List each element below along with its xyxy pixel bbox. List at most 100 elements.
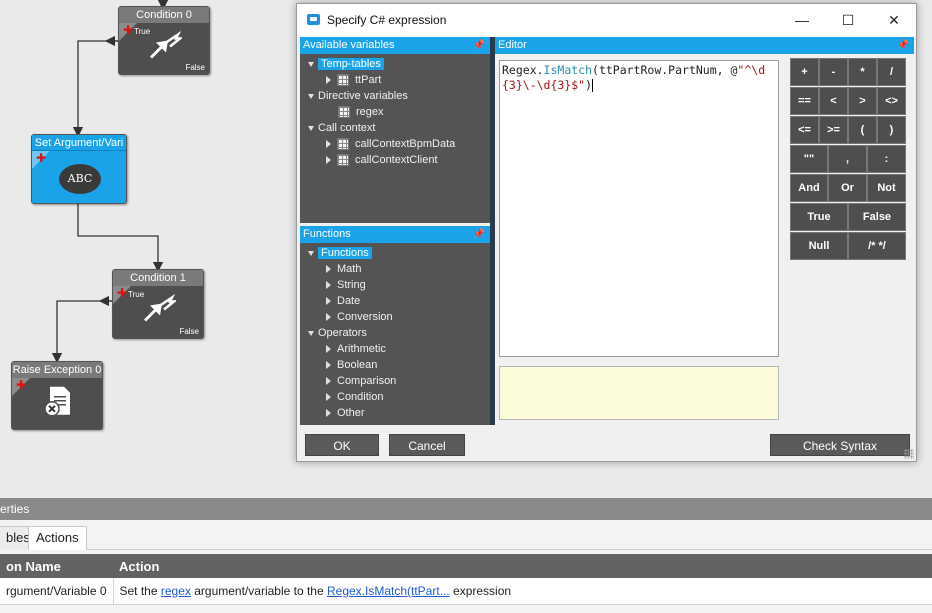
expand-icon[interactable] [308,61,314,67]
app-icon [307,14,320,25]
or-key[interactable]: Or [828,174,867,202]
true-key[interactable]: True [790,203,848,231]
regex-link[interactable]: regex [161,584,191,598]
close-paren-key[interactable]: ) [877,116,906,144]
tree-item-call-context-client[interactable]: callContextClient [326,153,438,168]
table-row[interactable]: rgument/Variable 0 Set the regex argumen… [0,578,932,605]
expand-icon[interactable] [308,250,314,256]
colon-key[interactable]: : [867,145,906,173]
tree-item-regex[interactable]: regex [338,105,384,120]
less-equal-key[interactable]: <= [790,116,819,144]
properties-panel: erties bles Actions on Name Action rgume… [0,498,932,613]
tree-item-functions[interactable]: Functions [308,246,372,261]
tree-item-ttpart[interactable]: ttPart [326,73,381,88]
table-icon [337,154,349,167]
expression-link[interactable]: Regex.IsMatch(ttPart... [327,584,450,598]
expression-editor[interactable]: Regex.IsMatch(ttPartRow.PartNum, @"^\d{3… [499,60,779,357]
and-key[interactable]: And [790,174,828,202]
ok-button[interactable]: OK [305,434,379,456]
column-header-name[interactable]: on Name [0,554,113,578]
connector-line [77,204,164,273]
text-caret [592,79,594,92]
check-syntax-button[interactable]: Check Syntax [770,434,910,456]
tree-item-directive-variables[interactable]: Directive variables [308,89,408,104]
tree-item-other[interactable]: Other [326,406,365,421]
node-title: Condition 1 [113,270,203,286]
false-label: False [179,327,199,336]
tree-item-temp-tables[interactable]: Temp-tables [308,57,384,72]
tree-item-boolean[interactable]: Boolean [326,358,377,373]
set-argument-node[interactable]: Set Argument/Vari ✚ ABC [31,134,127,204]
maximize-button[interactable]: ☐ [825,4,871,37]
action-cell: Set the regex argument/variable to the R… [113,578,932,605]
functions-header: Functions 📌 [300,226,490,243]
tree-item-date[interactable]: Date [326,294,360,309]
node-title: Condition 0 [119,7,209,23]
minus-key[interactable]: - [819,58,848,86]
dialog-titlebar[interactable]: Specify C# expression — ☐ ✕ [297,4,916,37]
expand-icon[interactable] [308,125,314,131]
greater-than-key[interactable]: > [848,87,877,115]
multiply-key[interactable]: * [848,58,877,86]
not-equal-key[interactable]: <> [877,87,906,115]
tree-item-condition[interactable]: Condition [326,390,383,405]
plus-key[interactable]: + [790,58,819,86]
pin-icon[interactable]: 📌 [473,226,485,243]
divide-key[interactable]: / [877,58,906,86]
syntax-message-box [499,366,779,420]
tree-item-conversion[interactable]: Conversion [326,310,393,325]
dialog-title: Specify C# expression [327,13,447,27]
tree-item-math[interactable]: Math [326,262,361,277]
expand-icon[interactable] [308,330,314,336]
table-icon [337,138,349,151]
connector-line [72,40,118,138]
column-header-action[interactable]: Action [113,554,932,578]
raise-exception-node[interactable]: Raise Exception 0 ✚ [11,361,103,430]
available-variables-header: Available variables 📌 [300,37,490,54]
open-paren-key[interactable]: ( [848,116,877,144]
collapse-icon[interactable] [326,76,331,85]
functions-pane: Functions 📌 Functions Math String Date C… [300,226,490,425]
tree-item-call-context[interactable]: Call context [308,121,375,136]
condition-0-node[interactable]: Condition 0 ✚ True False [118,6,210,75]
collapse-icon[interactable] [326,156,331,165]
variable-icon [338,106,350,119]
tree-item-string[interactable]: String [326,278,366,293]
properties-header: erties [0,498,932,520]
quotes-key[interactable]: "" [790,145,828,173]
pin-icon[interactable]: 📌 [897,37,909,54]
specify-expression-dialog: Specify C# expression — ☐ ✕ Available va… [296,3,917,462]
available-variables-pane: Available variables 📌 Temp-tables ttPart… [300,37,490,223]
greater-equal-key[interactable]: >= [819,116,848,144]
add-icon[interactable]: ✚ [36,152,46,164]
condition-1-node[interactable]: Condition 1 ✚ True False [112,269,204,339]
false-label: False [185,63,205,72]
tree-item-call-context-bpm[interactable]: callContextBpmData [326,137,455,152]
comment-key[interactable]: /* */ [848,232,906,260]
not-key[interactable]: Not [867,174,906,202]
less-than-key[interactable]: < [819,87,848,115]
tab-actions[interactable]: Actions [28,526,87,550]
add-icon[interactable]: ✚ [123,24,133,36]
connector-line [51,300,112,364]
table-icon [337,74,349,87]
add-icon[interactable]: ✚ [117,287,127,299]
null-key[interactable]: Null [790,232,848,260]
cancel-button[interactable]: Cancel [389,434,465,456]
comma-key[interactable]: , [828,145,867,173]
document-error-icon [44,386,70,417]
equals-key[interactable]: == [790,87,819,115]
resize-grip-icon[interactable] [904,449,914,459]
tree-item-operators[interactable]: Operators [308,326,367,341]
tree-item-arithmetic[interactable]: Arithmetic [326,342,386,357]
minimize-button[interactable]: — [779,4,825,37]
pin-icon[interactable]: 📌 [473,37,485,54]
false-key[interactable]: False [848,203,906,231]
expand-icon[interactable] [308,93,314,99]
tree-item-comparison[interactable]: Comparison [326,374,396,389]
actions-table: on Name Action rgument/Variable 0 Set th… [0,554,932,605]
collapse-icon[interactable] [326,140,331,149]
add-icon[interactable]: ✚ [16,379,26,391]
close-button[interactable]: ✕ [871,4,917,37]
pane-splitter[interactable] [490,37,495,425]
